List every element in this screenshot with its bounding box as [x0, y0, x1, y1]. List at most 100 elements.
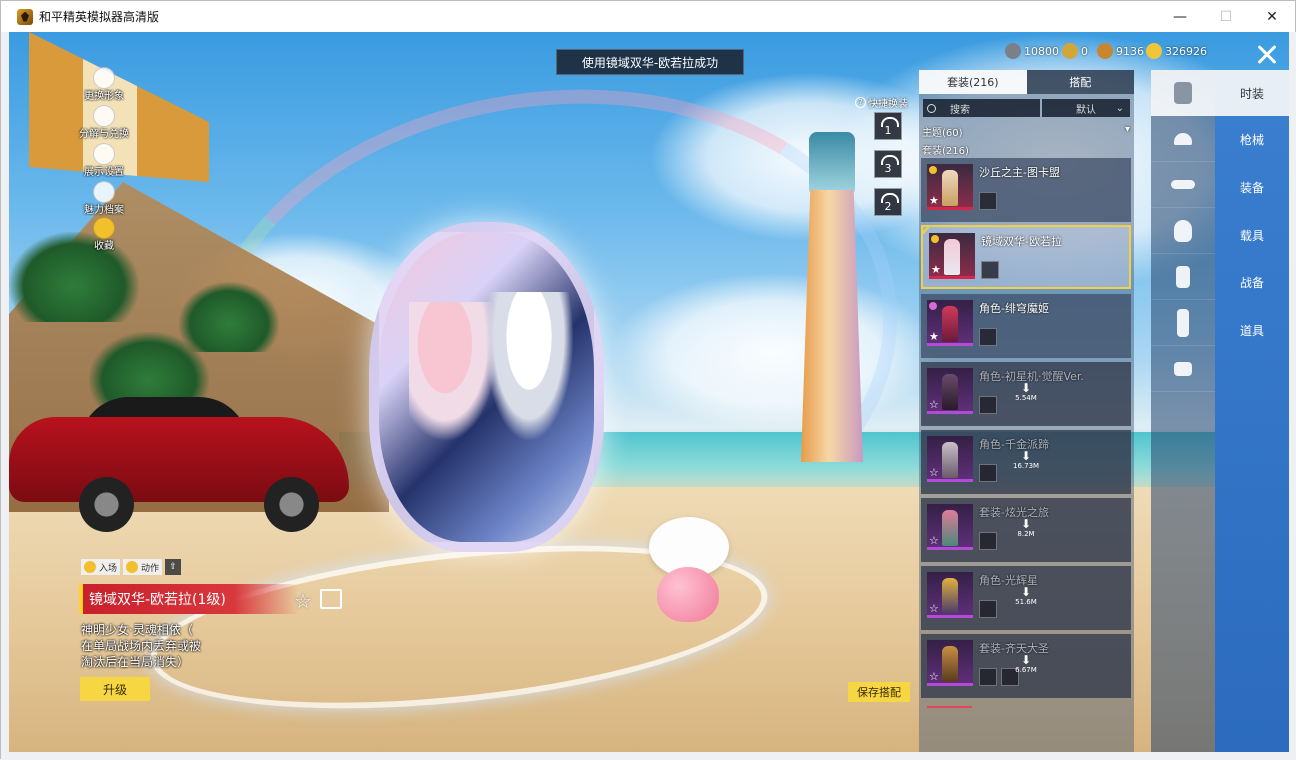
item-name: 镜域双华-欧若拉 [981, 235, 1062, 248]
download-button[interactable]: ⬇ 51.6M [1013, 586, 1039, 606]
quick-slot-2[interactable]: 2 [874, 188, 902, 216]
change-appearance-button[interactable]: 更换形象 [69, 67, 139, 103]
list-item[interactable]: ★ 角色-绯穹魔姬 [921, 294, 1131, 358]
nav-battle-prep[interactable]: 战备 [1215, 259, 1289, 305]
list-item[interactable]: ☆ 套装-炫光之旅 ⬇ 8.2M [921, 498, 1131, 562]
upgrade-button[interactable]: 升级 [80, 677, 150, 701]
tab-match[interactable]: 搭配 [1026, 70, 1134, 94]
outfit-thumbnail: ★ [927, 164, 973, 210]
currency-value: 326926 [1165, 44, 1207, 58]
nav-vehicles[interactable]: 载具 [1215, 212, 1289, 258]
top-icon [1176, 265, 1190, 288]
gesture-icon [126, 561, 139, 573]
help-icon: ? [855, 97, 866, 108]
category-outfit[interactable] [1151, 70, 1215, 116]
slot-number: 3 [884, 162, 892, 175]
download-size: 5.54M [1015, 394, 1037, 402]
download-icon: ⬇ [1020, 517, 1032, 531]
star-icon: ★ [929, 330, 939, 343]
nav-items[interactable]: 道具 [1215, 307, 1289, 353]
slot-number: 2 [884, 200, 892, 213]
collect-icon [93, 217, 115, 239]
list-item[interactable]: ★ 沙丘之主-图卡盟 [921, 158, 1131, 222]
category-mask[interactable] [1151, 208, 1215, 254]
suit-count-row: 套装(216) [922, 142, 1130, 157]
part-thumbnail [979, 464, 997, 482]
close-icon[interactable] [1250, 37, 1284, 71]
character-portrait-frame[interactable] [369, 222, 604, 552]
share-icon[interactable] [320, 589, 342, 609]
expand-button[interactable]: ⇧ [165, 559, 182, 575]
category-shoes[interactable] [1151, 346, 1215, 392]
list-item[interactable]: ☆ 角色-光辉星 ⬇ 51.6M [921, 566, 1131, 630]
character-white-hair [484, 292, 574, 442]
nav-fashion[interactable]: 时装 [1215, 70, 1289, 116]
currency-value: 9136 [1116, 44, 1144, 58]
download-size: 16.73M [1013, 462, 1040, 470]
quick-slot-3[interactable]: 3 [874, 150, 902, 178]
action-bar: 入场 动作 ⇧ [81, 559, 182, 575]
slot-number: 1 [884, 124, 892, 137]
category-icon-column [1151, 70, 1215, 752]
theme-filter[interactable]: 主题(60) ▾ [922, 124, 1130, 139]
download-button[interactable]: ⬇ 16.73M [1013, 450, 1039, 470]
star-icon: ★ [931, 263, 941, 276]
archive-icon [93, 181, 115, 203]
outfit-name-bar: 镜域双华-欧若拉(1级) [79, 584, 299, 614]
category-hat[interactable] [1151, 116, 1215, 162]
charm-archive-button[interactable]: 魅力档案 [69, 181, 139, 217]
nav-weapons[interactable]: 枪械 [1215, 116, 1289, 162]
category-glasses[interactable] [1151, 162, 1215, 208]
favorite-star-icon[interactable]: ☆ [294, 589, 312, 613]
part-thumbnail [979, 328, 997, 346]
expand-icon: ⇧ [169, 562, 177, 572]
outfit-icon [1174, 81, 1192, 104]
collection-button[interactable]: 收藏 [69, 217, 139, 253]
lighthouse [797, 132, 867, 462]
sports-car [9, 397, 354, 532]
sort-value: 默认 [1076, 104, 1096, 116]
part-thumbnail [981, 261, 999, 279]
menu-label: 魅力档案 [84, 205, 124, 216]
category-pants[interactable] [1151, 300, 1215, 346]
category-top[interactable] [1151, 254, 1215, 300]
outfit-thumbnail: ☆ [927, 504, 973, 550]
hat-icon [1174, 132, 1192, 145]
currency-token: 0 [1062, 42, 1088, 60]
download-button[interactable]: ⬇ 5.54M [1013, 382, 1039, 402]
minimize-button[interactable]: — [1157, 1, 1203, 32]
shoes-icon [1174, 361, 1192, 376]
mask-icon [1174, 219, 1192, 242]
quick-slot-1[interactable]: 1 [874, 112, 902, 140]
emote-button[interactable]: 动作 [123, 559, 163, 575]
part-thumbnail [979, 668, 997, 686]
download-button[interactable]: ⬇ 8.2M [1013, 518, 1039, 538]
window-title: 和平精英模拟器高清版 [39, 10, 160, 24]
desc-line: 淘汰后在当局消失） [81, 655, 190, 669]
list-item[interactable]: ☆ 角色-千金派蹄 ⬇ 16.73M [921, 430, 1131, 494]
star-icon: ☆ [929, 602, 939, 615]
quick-change-label[interactable]: ? 快捷换装 [855, 95, 908, 110]
list-item[interactable]: ☆ 角色-初星机·觉醒Ver. ⬇ 5.54M [921, 362, 1131, 426]
entrance-button[interactable]: 入场 [81, 559, 121, 575]
bunny-pet[interactable] [639, 512, 739, 622]
download-button[interactable]: ⬇ 6.67M [1013, 654, 1039, 674]
maximize-button[interactable]: ☐ [1203, 1, 1249, 32]
close-window-button[interactable]: ✕ [1249, 1, 1295, 32]
display-settings-button[interactable]: 展示设置 [69, 143, 139, 179]
badge-icon [929, 302, 937, 310]
nav-equipment[interactable]: 装备 [1215, 164, 1289, 210]
list-item[interactable]: ☆ 套装-齐天大圣 ⬇ 6.67M [921, 634, 1131, 698]
item-name: 沙丘之主-图卡盟 [979, 166, 1060, 179]
tab-suits[interactable]: 套装(216) [919, 70, 1027, 94]
save-outfit-button[interactable]: 保存搭配 [848, 682, 910, 702]
desc-line: 在单局战场内丢弃或被 [81, 639, 202, 653]
decompose-exchange-button[interactable]: 分解与兑换 [69, 105, 139, 141]
star-icon: ☆ [929, 398, 939, 411]
list-item[interactable]: ✔ ★ 镜域双华-欧若拉 [920, 223, 1131, 289]
sort-dropdown[interactable]: 默认 ⌄ [1042, 99, 1130, 117]
glasses-icon [1171, 180, 1195, 189]
search-input[interactable]: 搜索 [923, 99, 1040, 117]
part-thumbnail [979, 396, 997, 414]
menu-label: 更换形象 [84, 91, 124, 102]
